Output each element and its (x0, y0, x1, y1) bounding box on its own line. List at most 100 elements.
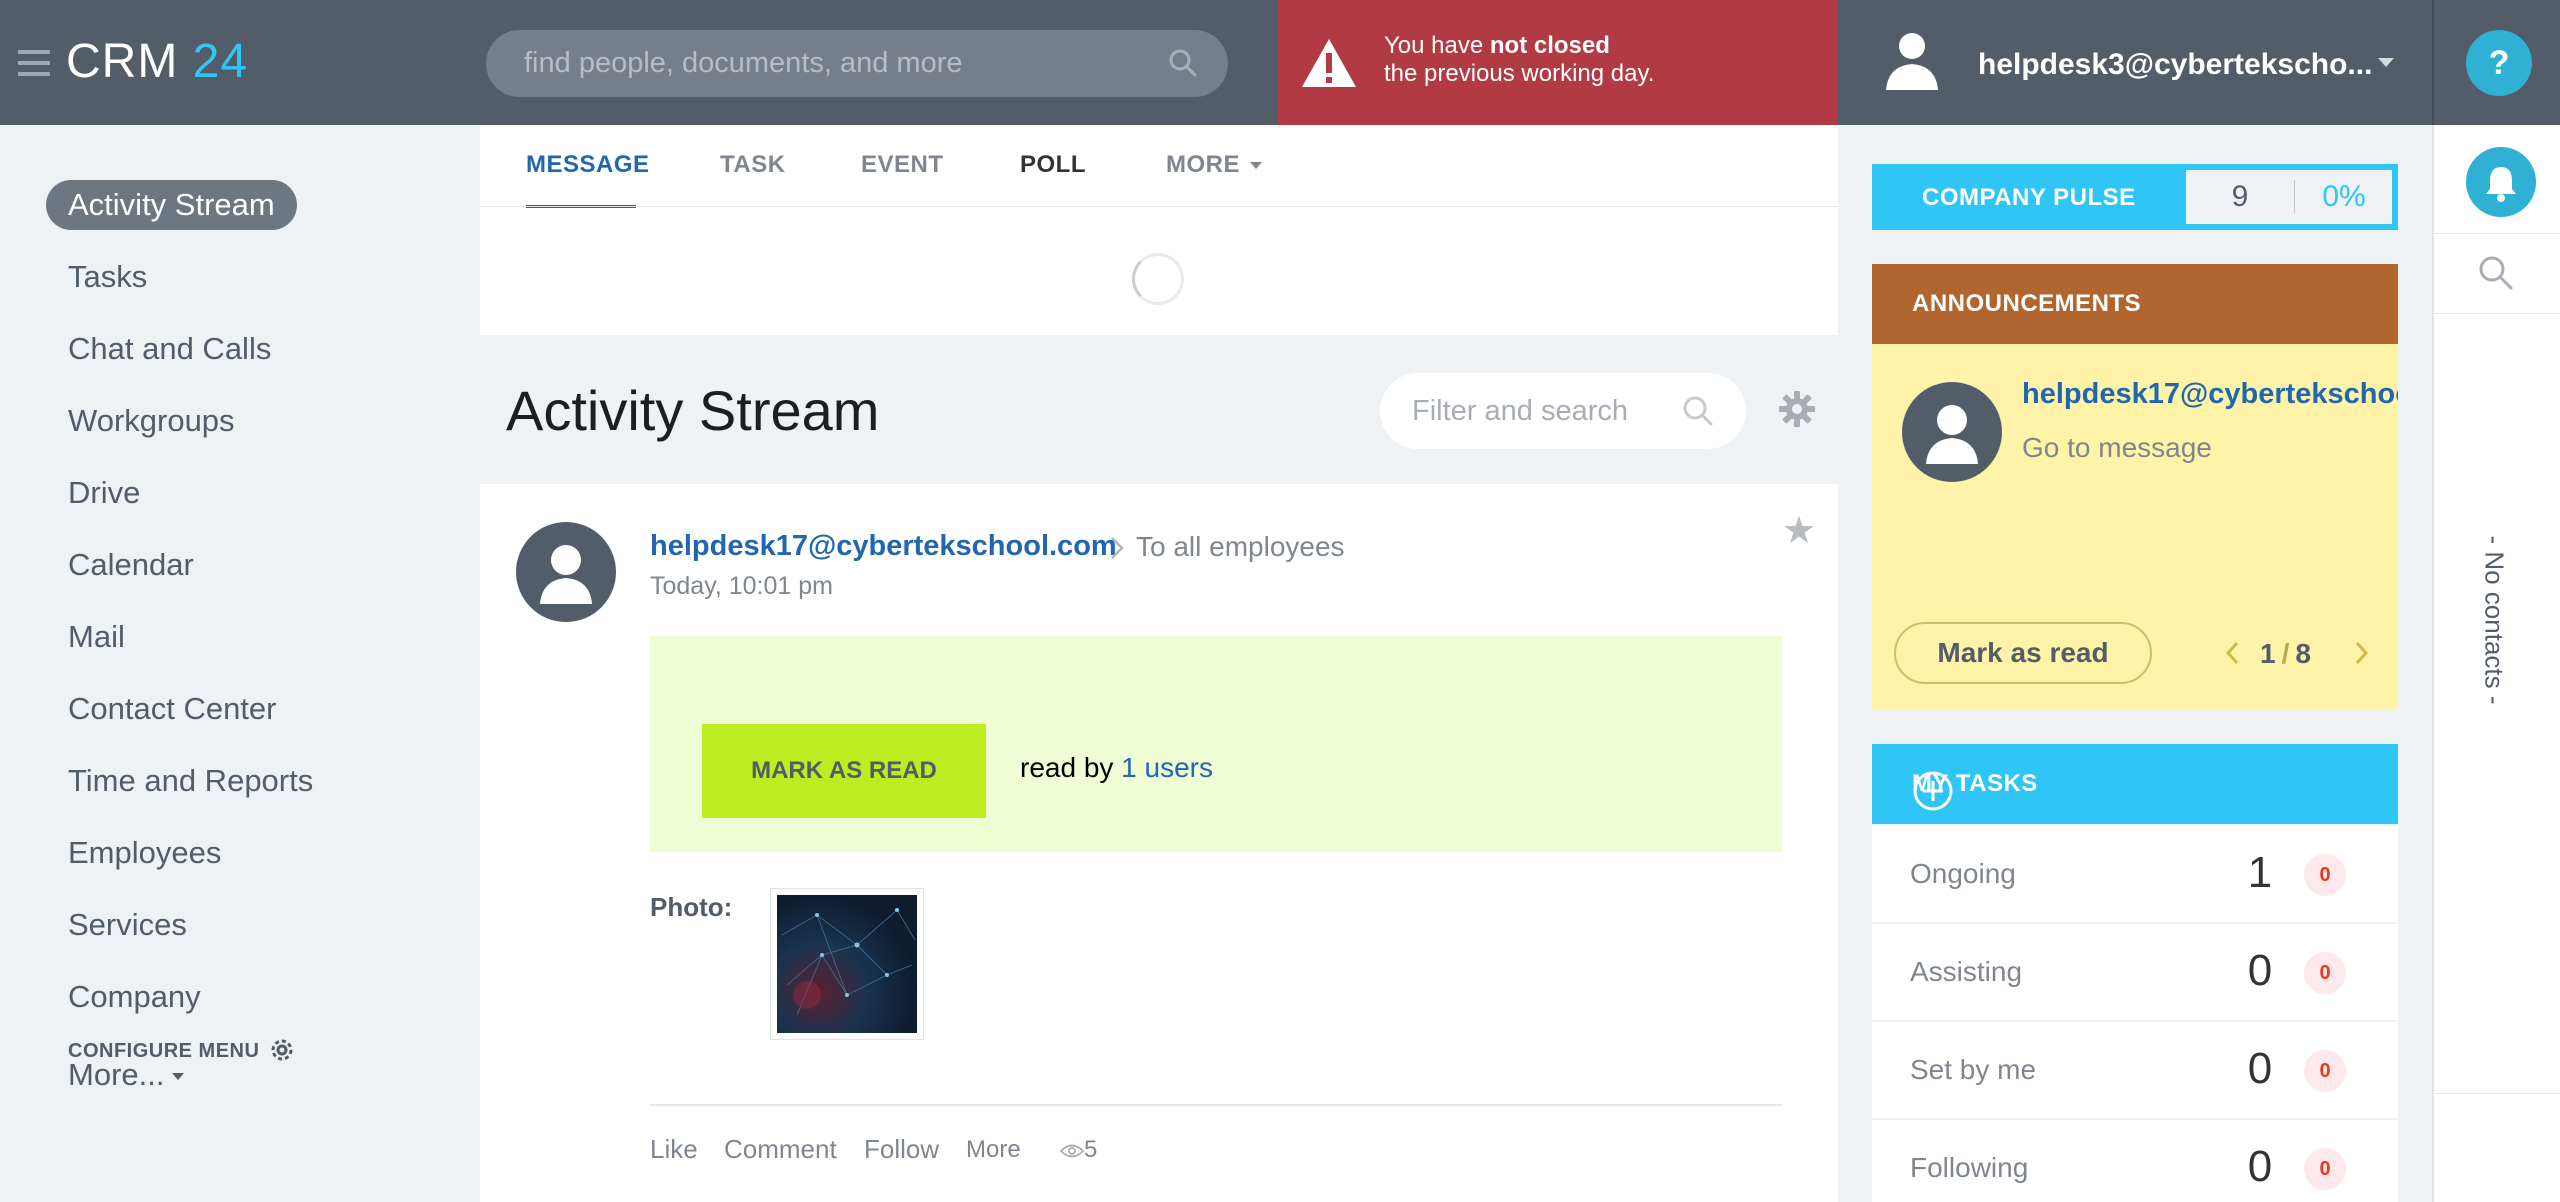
post-author-link[interactable]: helpdesk17@cybertekschool.com (650, 530, 1117, 563)
plus-circle-icon[interactable] (1912, 770, 1954, 819)
search-icon[interactable] (1168, 48, 1198, 83)
logo-text: CRM (66, 35, 179, 88)
announcements-widget: ANNOUNCEMENTS helpdesk17@cybertekschool.… (1872, 264, 2398, 710)
announcement-pager: 1/8 (2260, 638, 2311, 669)
sidebar-item-chat-and-calls[interactable]: Chat and Calls (46, 324, 293, 374)
notifications-button[interactable] (2466, 147, 2536, 217)
tab-event[interactable]: EVENT (861, 151, 944, 179)
sidebar-item-employees[interactable]: Employees (46, 828, 243, 878)
chevron-right-icon[interactable] (2354, 640, 2370, 671)
alert-text: You have not closed the previous working… (1384, 32, 1654, 88)
views-count: 5 (1084, 1136, 1098, 1163)
no-contacts-text: - No contacts - (2479, 535, 2510, 705)
like-button[interactable]: Like (650, 1134, 698, 1165)
workday-alert[interactable]: You have not closed the previous working… (1278, 0, 1838, 125)
task-row-label: Set by me (1910, 1054, 2037, 1085)
go-to-message-link[interactable]: Go to message (2022, 432, 2212, 464)
gear-icon[interactable] (1778, 390, 1816, 433)
comment-button[interactable]: Comment (724, 1134, 837, 1165)
filter-search-input[interactable] (1412, 373, 1672, 449)
chevron-left-icon[interactable] (2224, 640, 2240, 671)
task-row-badge: 0 (2304, 952, 2346, 994)
pulse-percent: 0% (2322, 180, 2366, 213)
hamburger-icon[interactable] (18, 50, 50, 76)
user-avatar-icon (1882, 30, 1942, 97)
photo-label: Photo: (650, 892, 733, 922)
help-column: ? (2432, 0, 2560, 125)
sidebar-item-services[interactable]: Services (46, 900, 209, 950)
photo-thumbnail[interactable] (770, 888, 924, 1040)
sidebar-item-company[interactable]: Company (46, 972, 223, 1022)
tab-message[interactable]: MESSAGE (526, 151, 650, 179)
feed-post: helpdesk17@cybertekschool.com To all emp… (480, 484, 1838, 1202)
eye-icon (1059, 1144, 1085, 1158)
tab-poll[interactable]: POLL (1020, 151, 1086, 179)
task-row-assisting[interactable]: Assisting 0 0 (1872, 924, 2398, 1020)
task-row-badge: 0 (2304, 1148, 2346, 1190)
mark-as-read-button[interactable]: MARK AS READ (702, 724, 986, 818)
announcement-author-link[interactable]: helpdesk17@cybertekschool.com (2022, 378, 2398, 411)
user-menu[interactable]: helpdesk3@cybertekscho... (1838, 0, 2434, 125)
sidebar-item-workgroups[interactable]: Workgroups (46, 396, 257, 446)
post-recipient[interactable]: To all employees (1136, 531, 1345, 563)
tab-task[interactable]: TASK (720, 151, 786, 179)
global-search-input[interactable] (524, 30, 1144, 97)
pager-total: 8 (2295, 638, 2311, 669)
top-header: CRM 24 You have not closed the previous … (0, 0, 2560, 125)
read-by-users-link[interactable]: 1 users (1121, 752, 1213, 783)
search-icon[interactable] (1682, 395, 1714, 432)
sidebar-item-time-and-reports[interactable]: Time and Reports (46, 756, 335, 806)
sidebar-item-tasks[interactable]: Tasks (46, 252, 169, 302)
announcements-title: ANNOUNCEMENTS (1912, 290, 2142, 317)
sidebar-item-mail[interactable]: Mail (46, 612, 147, 662)
search-icon[interactable] (2476, 253, 2516, 298)
task-row-count: 0 (2247, 946, 2273, 995)
announcement-author-avatar[interactable] (1902, 382, 2002, 482)
alert-prefix: You have (1384, 32, 1490, 59)
tab-more[interactable]: MORE (1166, 151, 1262, 179)
task-row-badge: 0 (2304, 1050, 2346, 1092)
sidebar-item-contact-center[interactable]: Contact Center (46, 684, 299, 734)
important-message-box: MARK AS READ read by 1 users (650, 636, 1782, 852)
task-row-label: Assisting (1910, 956, 2023, 987)
read-by-text: read by 1 users (1020, 752, 1213, 784)
post-composer: MESSAGE TASK EVENT POLL MORE (480, 125, 1838, 335)
logo-number: 24 (192, 35, 249, 88)
task-row-badge: 0 (2304, 854, 2346, 896)
post-time[interactable]: Today, 10:01 pm (650, 572, 833, 601)
toolbar-divider (2434, 233, 2560, 234)
composer-divider (480, 206, 1838, 207)
sidebar-item-calendar[interactable]: Calendar (46, 540, 216, 590)
logo[interactable]: CRM 24 (66, 34, 248, 89)
announcement-mark-as-read-button[interactable]: Mark as read (1894, 622, 2152, 684)
author-avatar[interactable] (516, 522, 616, 622)
follow-button[interactable]: Follow (864, 1134, 939, 1165)
views-counter[interactable]: 5 (1059, 1136, 1098, 1164)
task-row-set-by-me[interactable]: Set by me 0 0 (1872, 1022, 2398, 1118)
my-tasks-widget: MY TASKS Ongoing 1 0 Assisting 0 0 Set b… (1872, 744, 2398, 1202)
task-row-count: 0 (2247, 1142, 2273, 1191)
announcements-header: ANNOUNCEMENTS (1872, 264, 2398, 344)
global-search (486, 30, 1228, 97)
more-button[interactable]: More (966, 1136, 1021, 1164)
help-button[interactable]: ? (2466, 30, 2532, 96)
loading-spinner (1132, 253, 1184, 305)
chevron-down-icon (172, 1073, 185, 1081)
task-row-ongoing[interactable]: Ongoing 1 0 (1872, 826, 2398, 922)
tab-more-label: MORE (1166, 151, 1240, 178)
page-title: Activity Stream (506, 379, 880, 442)
task-row-following[interactable]: Following 0 0 (1872, 1120, 2398, 1202)
sidebar-item-activity-stream[interactable]: Activity Stream (46, 180, 297, 230)
my-tasks-header: MY TASKS (1872, 744, 2398, 824)
alert-line2: the previous working day. (1384, 60, 1655, 87)
company-pulse[interactable]: COMPANY PULSE 9 0% (1872, 164, 2398, 230)
configure-menu-link[interactable]: CONFIGURE MENU (68, 1040, 259, 1063)
task-row-label: Ongoing (1910, 858, 2016, 889)
star-icon[interactable]: ★ (1782, 508, 1816, 553)
toolbar-divider (2434, 313, 2560, 314)
alert-bold: not closed (1489, 32, 1610, 59)
pager-current: 1 (2260, 638, 2276, 669)
sidebar-item-drive[interactable]: Drive (46, 468, 162, 518)
pulse-separator (2294, 180, 2295, 214)
gear-icon[interactable] (268, 1036, 296, 1069)
